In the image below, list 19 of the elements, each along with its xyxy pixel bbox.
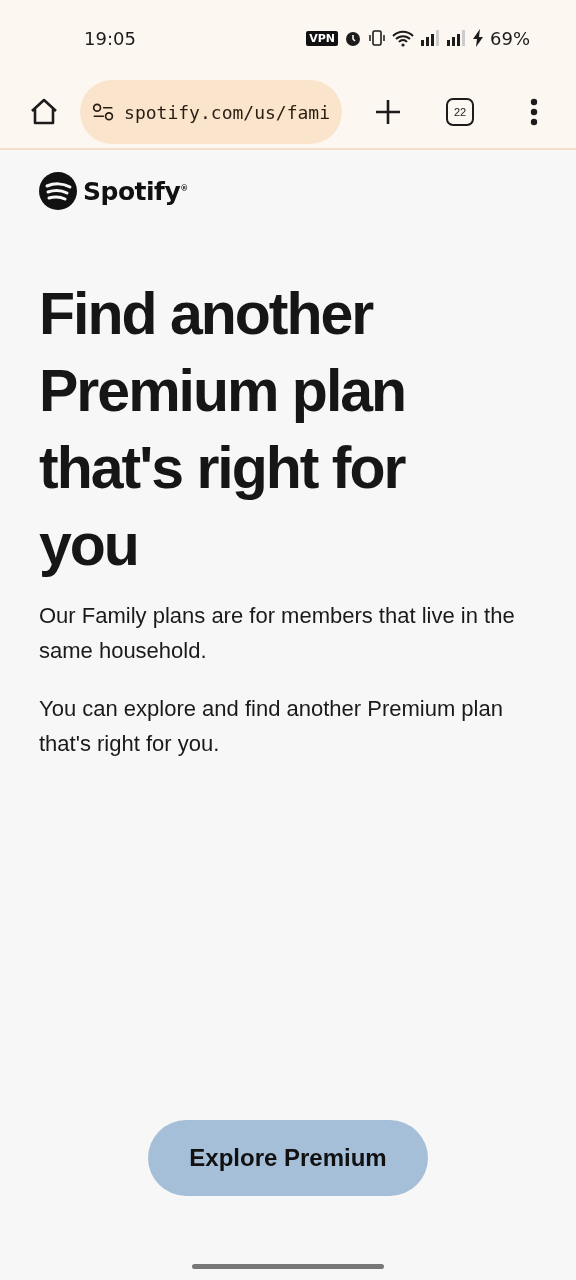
spotify-logo-icon bbox=[39, 172, 77, 210]
page-heading: Find another Premium plan that's right for you bbox=[39, 280, 407, 580]
body-text: Our Family plans are for members that live in the same household. bbox=[39, 602, 516, 665]
site-settings-icon[interactable] bbox=[92, 101, 115, 123]
explore-premium-button[interactable]: Explore Premium bbox=[148, 1120, 428, 1196]
url-text: spotify.com/us/fami bbox=[124, 101, 330, 123]
brand-name: Spotify$^{®}$ bbox=[83, 176, 188, 206]
wifi-icon bbox=[392, 29, 414, 47]
battery-level: 69% bbox=[490, 27, 530, 49]
tab-count[interactable]: 22 bbox=[446, 98, 474, 126]
address-bar[interactable]: spotify.com/us/fami bbox=[80, 80, 342, 144]
clock: 19:05 bbox=[84, 27, 136, 49]
charging-icon bbox=[472, 29, 484, 47]
signal-icon bbox=[420, 29, 440, 47]
vibrate-icon bbox=[368, 29, 386, 47]
signal-icon bbox=[446, 29, 466, 47]
alarm-icon bbox=[344, 29, 362, 47]
vpn-badge: VPN bbox=[306, 30, 338, 46]
body-text: You can explore and find another Premium plan that's right for you. bbox=[39, 695, 504, 758]
